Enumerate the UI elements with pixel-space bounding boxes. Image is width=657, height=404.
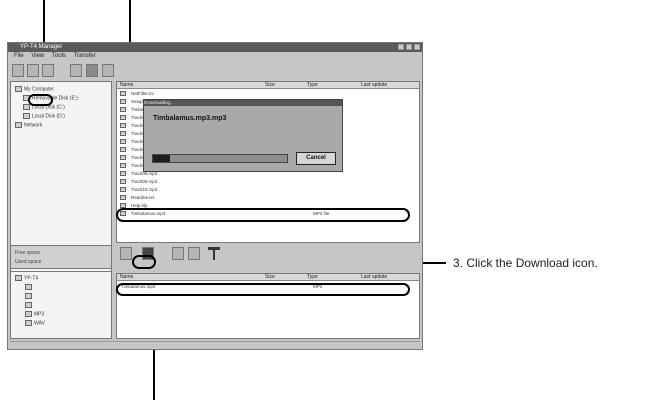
device-folder[interactable]: MP3 xyxy=(25,311,44,317)
column-date[interactable]: Last update xyxy=(361,274,387,281)
column-date[interactable]: Last update xyxy=(361,82,387,89)
column-size[interactable]: Size xyxy=(265,274,275,281)
status-bar xyxy=(10,341,420,350)
column-type[interactable]: Type xyxy=(307,82,318,89)
file-icon xyxy=(120,171,126,176)
device-root[interactable]: YP-T4 xyxy=(15,275,38,281)
device-folder[interactable] xyxy=(25,293,34,299)
tree-item[interactable]: Local Disk (D:) xyxy=(23,113,65,119)
column-name[interactable]: Name xyxy=(120,274,133,281)
file-icon xyxy=(120,99,126,104)
network-icon xyxy=(15,122,22,128)
file-icon xyxy=(120,91,126,96)
file-row[interactable]: Track10.mp3 xyxy=(117,187,419,193)
file-icon xyxy=(120,179,126,184)
file-icon xyxy=(120,107,126,112)
upload-icon[interactable] xyxy=(70,64,82,77)
menu-view[interactable]: View xyxy=(31,53,44,59)
maximize-button[interactable] xyxy=(406,44,412,50)
file-row[interactable]: Track09.mp3 xyxy=(117,179,419,185)
title-bar: YP-T4 Manager xyxy=(8,43,422,52)
highlight-oval-download-icon xyxy=(132,255,156,269)
menu-transfer[interactable]: Transfer xyxy=(74,53,96,59)
file-icon xyxy=(120,147,126,152)
download-dialog: Downloading... Timbalamus.mp3.mp3 Cancel xyxy=(143,99,343,172)
file-icon xyxy=(120,195,126,200)
delete-icon[interactable] xyxy=(172,247,184,260)
drive-icon xyxy=(23,104,30,110)
device-folder[interactable] xyxy=(25,284,34,290)
file-icon xyxy=(120,131,126,136)
file-list-header: Name Size Type Last update xyxy=(117,82,419,89)
tree-item[interactable]: My Computer xyxy=(15,86,54,92)
folder-icon xyxy=(25,311,32,317)
highlight-oval-device-file xyxy=(116,283,410,296)
menu-tools[interactable]: Tools xyxy=(52,53,66,59)
step-caption: 3. Click the Download icon. xyxy=(453,256,598,270)
file-icon xyxy=(120,115,126,120)
used-space-label: Used space xyxy=(15,259,42,265)
device-icon[interactable] xyxy=(86,64,98,77)
folder-icon xyxy=(25,302,32,308)
info-icon[interactable] xyxy=(102,64,114,77)
column-type[interactable]: Type xyxy=(307,274,318,281)
minimize-button[interactable] xyxy=(398,44,404,50)
file-row[interactable]: NetFilter.ini xyxy=(117,91,419,97)
downloading-file-name: Timbalamus.mp3.mp3 xyxy=(153,115,227,122)
window-title: YP-T4 Manager xyxy=(20,44,63,50)
file-icon xyxy=(120,123,126,128)
app-window: YP-T4 Manager File View Tools Transfer M… xyxy=(7,42,423,350)
device-toolbar xyxy=(116,247,420,261)
device-folder[interactable]: WAV xyxy=(25,320,45,326)
folder-icon xyxy=(25,320,32,326)
download-progress-bar xyxy=(152,154,288,163)
folder-icon xyxy=(25,293,32,299)
free-space-label: Free space xyxy=(15,250,41,256)
close-button[interactable] xyxy=(414,44,420,50)
main-toolbar xyxy=(10,63,422,79)
file-icon xyxy=(120,163,126,168)
folder-icon xyxy=(25,284,32,290)
highlight-oval-removable-disk xyxy=(28,94,53,106)
delete-icon[interactable] xyxy=(27,64,39,77)
file-row[interactable]: Readme.txt xyxy=(117,195,419,201)
tree-item[interactable]: Network xyxy=(15,122,42,128)
device-folder-tree: YP-T4 MP3 WAV xyxy=(10,271,112,339)
rename-icon[interactable] xyxy=(188,247,200,260)
device-folder[interactable] xyxy=(25,302,34,308)
column-name[interactable]: Name xyxy=(120,82,133,89)
properties-icon[interactable] xyxy=(42,64,54,77)
file-icon xyxy=(120,155,126,160)
computer-icon xyxy=(15,86,22,92)
format-icon[interactable] xyxy=(208,247,220,260)
cancel-button[interactable]: Cancel xyxy=(296,152,336,165)
device-icon xyxy=(15,275,22,281)
file-icon xyxy=(120,139,126,144)
menu-file[interactable]: File xyxy=(14,53,24,59)
copy-icon[interactable] xyxy=(120,247,132,260)
new-folder-icon[interactable] xyxy=(12,64,24,77)
column-size[interactable]: Size xyxy=(265,82,275,89)
drive-icon xyxy=(23,113,30,119)
file-icon xyxy=(120,187,126,192)
menu-bar: File View Tools Transfer xyxy=(8,52,422,61)
highlight-oval-selected-file xyxy=(116,208,410,222)
dialog-title: Downloading... xyxy=(144,100,342,106)
device-list-header: Name Size Type Last update xyxy=(117,274,419,281)
device-info-panel: Free space Used space xyxy=(10,245,112,269)
